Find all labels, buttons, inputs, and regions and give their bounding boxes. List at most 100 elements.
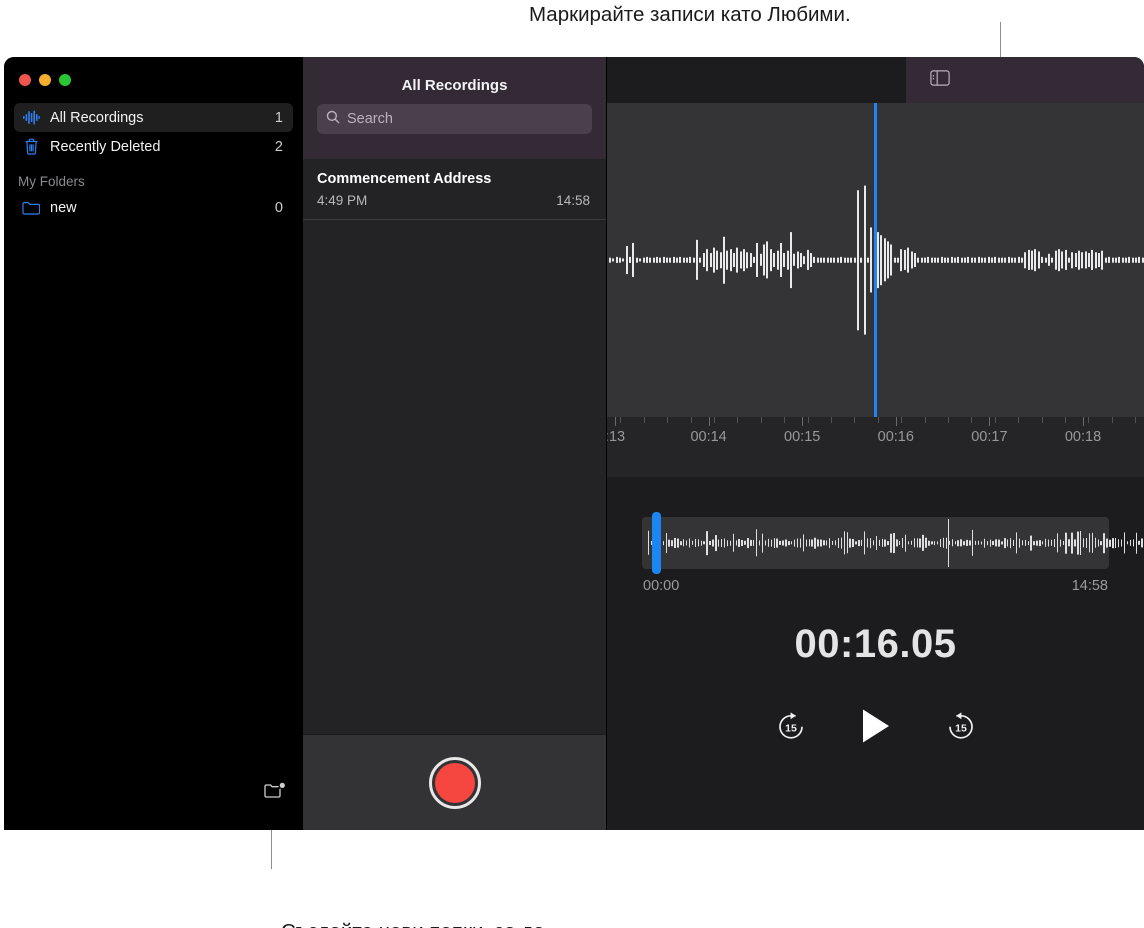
- scrubber-bar: [925, 537, 927, 549]
- waveform-bar: [990, 257, 993, 263]
- scrubber-bar: [706, 531, 708, 555]
- scrubber-bar: [817, 539, 819, 547]
- transport-controls: 15 15: [607, 707, 1144, 745]
- scrubber-bar: [753, 539, 755, 547]
- scrubber-bar: [974, 540, 977, 546]
- scrubber-bar: [1018, 538, 1021, 548]
- scrubber-bar: [662, 541, 664, 545]
- scrubber-bar: [779, 540, 781, 546]
- minimize-button[interactable]: [39, 74, 51, 86]
- sidebar-item-new[interactable]: new 0: [14, 193, 293, 222]
- search-input[interactable]: Search: [317, 104, 592, 134]
- waveform-bar: [763, 244, 766, 276]
- scrubber-bar: [861, 539, 863, 547]
- scrubber-bar: [1138, 540, 1140, 546]
- scrubber-bar: [875, 535, 878, 551]
- waveform-bar: [1081, 252, 1084, 268]
- scrubber-bar: [1009, 538, 1012, 548]
- waveform-bar: [880, 235, 883, 285]
- scrubber-bar: [1132, 539, 1134, 547]
- scrubber-track[interactable]: [642, 512, 1143, 574]
- waveform-bar: [877, 232, 879, 288]
- sidebar-item-recently-deleted[interactable]: Recently Deleted 2: [14, 132, 293, 161]
- scrubber-bar: [858, 540, 860, 546]
- scrubber-bar: [934, 541, 936, 545]
- scrubber-bar: [980, 541, 983, 545]
- waveform-bar: [726, 250, 729, 270]
- waveform-display[interactable]: [607, 103, 1144, 417]
- waveform-bar: [863, 185, 866, 335]
- waveform-bar: [702, 253, 705, 267]
- scrubber-bar: [942, 537, 945, 549]
- new-folder-icon[interactable]: [262, 780, 288, 802]
- svg-text:15: 15: [955, 723, 967, 735]
- scrubber-bar: [899, 540, 901, 546]
- waveform-bar: [652, 257, 655, 263]
- scrubber-bar: [913, 538, 916, 548]
- playhead[interactable]: [874, 103, 877, 417]
- callout-favorites: Маркирайте записи като Любими.: [529, 3, 851, 26]
- waveform-bar: [789, 232, 792, 288]
- scrubber-bar: [732, 533, 735, 553]
- scrubber-bar: [723, 538, 726, 548]
- scrubber-bar: [1027, 541, 1029, 545]
- list-item[interactable]: Commencement Address 4:49 PM 14:58: [303, 159, 606, 220]
- sidebar-toggle-button[interactable]: [930, 69, 950, 91]
- scrubber-bar: [808, 539, 810, 547]
- scrubber-bar: [1059, 539, 1061, 547]
- scrubber-bar: [855, 541, 857, 545]
- scrubber-bar: [1120, 539, 1123, 547]
- scrubber-handle[interactable]: [652, 512, 661, 574]
- scrubber-bar: [718, 539, 720, 547]
- waveform-bar: [719, 252, 722, 268]
- skip-forward-15-button[interactable]: 15: [945, 710, 977, 742]
- scrubber-bar: [820, 539, 822, 547]
- timeline-tick: [807, 417, 809, 423]
- waveform-bar: [997, 257, 1000, 263]
- sidebar-list: All Recordings 1 Recently Deleted 2: [4, 103, 303, 161]
- record-button-inner: [434, 762, 475, 803]
- trash-icon: [22, 138, 40, 156]
- play-button[interactable]: [859, 707, 893, 745]
- record-button[interactable]: [428, 756, 481, 809]
- sidebar-item-all-recordings[interactable]: All Recordings 1: [14, 103, 293, 132]
- scrubber-marker: [948, 519, 950, 567]
- waveform-bar: [940, 256, 943, 264]
- waveform-bar: [1091, 249, 1094, 271]
- waveform-bar: [984, 257, 987, 263]
- scrubber-bar: [668, 539, 670, 547]
- waveform-bar: [746, 252, 749, 268]
- detail-body: :13 00:14 00:15 00:16 00:17 00:18 00:00 14:58…: [607, 103, 1144, 830]
- sidebar-group-title: My Folders: [18, 174, 85, 189]
- timeline-ruler[interactable]: :13 00:14 00:15 00:16 00:17 00:18: [607, 417, 1144, 477]
- scrubber-bar: [939, 539, 942, 547]
- waveform-bar: [1104, 257, 1107, 263]
- waveform-bar: [1108, 256, 1111, 264]
- scrubber-bar: [922, 534, 924, 552]
- waveform-bar: [732, 253, 735, 267]
- scrubber-bar: [1129, 539, 1132, 547]
- scrubber-bar: [986, 541, 989, 545]
- waveform-bar: [712, 247, 715, 273]
- scrubber-bar: [1097, 539, 1099, 547]
- scrubber-bar: [977, 540, 980, 546]
- scrubber-bar: [1036, 540, 1038, 546]
- scrubber-bar: [890, 533, 892, 553]
- waveform-bar: [1021, 257, 1024, 263]
- scrubber-bar: [893, 533, 895, 553]
- scrubber-bar: [799, 538, 802, 548]
- timeline-tick: [760, 417, 762, 423]
- scrubber-bar: [864, 531, 866, 555]
- timeline-tick: [1065, 417, 1066, 423]
- scrubber-bar: [928, 540, 930, 546]
- scrubber-bar: [785, 539, 787, 547]
- timeline-tick: [924, 417, 926, 423]
- recording-meta: 4:49 PM 14:58: [317, 193, 590, 208]
- waveform-bar: [612, 258, 615, 262]
- zoom-button[interactable]: [59, 74, 71, 86]
- skip-back-15-button[interactable]: 15: [775, 710, 807, 742]
- waveform-bar: [927, 256, 930, 264]
- scrubber-bar: [931, 541, 933, 545]
- timeline-tick: [1041, 417, 1043, 423]
- close-button[interactable]: [19, 74, 31, 86]
